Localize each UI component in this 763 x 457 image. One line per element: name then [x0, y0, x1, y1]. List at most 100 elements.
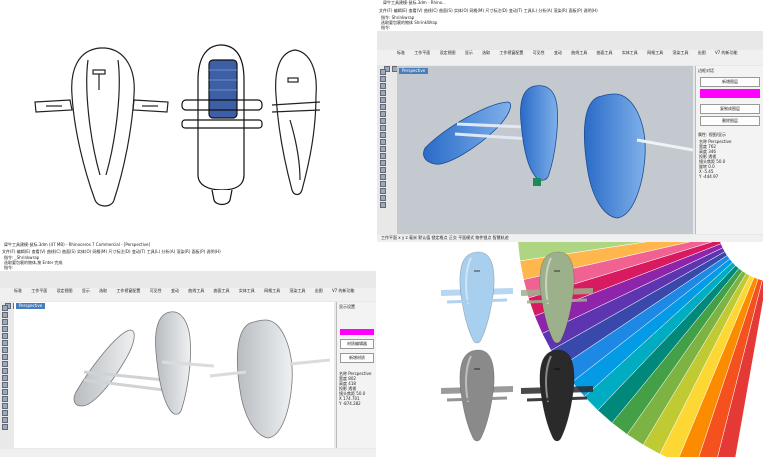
sphere-icon[interactable] [380, 160, 386, 166]
perspective-viewport[interactable]: Perspective [14, 302, 334, 448]
extrude-icon[interactable] [2, 368, 8, 374]
tab-transform[interactable]: 变动 [171, 288, 179, 293]
command-line-3[interactable]: 指令: [381, 25, 763, 30]
tab-select[interactable]: 选取 [99, 288, 107, 293]
menu-item-render[interactable]: 渲染(R) [176, 249, 190, 254]
rectangle-icon[interactable] [380, 111, 386, 117]
menu-item-solid[interactable]: 实体(O) [77, 249, 91, 254]
split-icon[interactable] [380, 195, 386, 201]
perspective-viewport[interactable]: Perspective [397, 66, 694, 234]
menu-item-file[interactable]: 文件(F) [2, 249, 15, 254]
tab-cplanes[interactable]: 工作平面 [414, 50, 430, 55]
material-editor-button[interactable]: 材质编辑器 [340, 339, 374, 349]
menu-item-panels[interactable]: 面板(P) [192, 249, 206, 254]
surface-icon[interactable] [2, 361, 8, 367]
menu-item-render[interactable]: 渲染(R) [553, 8, 567, 13]
menu-item-analyze[interactable]: 分析(A) [161, 249, 175, 254]
loft-icon[interactable] [2, 375, 8, 381]
tab-solid-tools[interactable]: 实体工具 [622, 50, 638, 55]
delete-layer-button[interactable]: 删除图层 [700, 116, 760, 126]
circle-icon[interactable] [2, 333, 8, 339]
menu-item-dimension[interactable]: 尺寸标注(D) [108, 249, 130, 254]
fillet-icon[interactable] [2, 417, 8, 423]
menu-item-mesh[interactable]: 网格(M) [93, 249, 108, 254]
tab-set-view[interactable]: 设定视图 [440, 50, 456, 55]
boolean-icon[interactable] [380, 174, 386, 180]
join-icon[interactable] [380, 202, 386, 208]
duplicate-layer-button[interactable]: 复制成图层 [700, 104, 760, 114]
box-icon[interactable] [2, 389, 8, 395]
trim-icon[interactable] [380, 188, 386, 194]
tab-viewport-layout[interactable]: 工作视窗配置 [499, 50, 523, 55]
loft-icon[interactable] [380, 139, 386, 145]
polygon-icon[interactable] [2, 354, 8, 360]
polygon-icon[interactable] [380, 118, 386, 124]
curve-icon[interactable] [380, 90, 386, 96]
tab-standard[interactable]: 标准 [397, 50, 405, 55]
menu-item-edit[interactable]: 编辑(E) [394, 8, 408, 13]
menu-item-surface[interactable]: 曲面(S) [62, 249, 76, 254]
menu-item-curve[interactable]: 曲线(C) [47, 249, 61, 254]
tab-select[interactable]: 选取 [482, 50, 490, 55]
menu-item-view[interactable]: 查看(V) [32, 249, 46, 254]
tab-mesh-tools[interactable]: 网格工具 [647, 50, 663, 55]
tab-visibility[interactable]: 可见性 [533, 50, 545, 55]
sweep-icon[interactable] [2, 382, 8, 388]
menu-item-tools[interactable]: 工具(L) [524, 8, 537, 13]
tab-drafting[interactable]: 出图 [315, 288, 323, 293]
box-icon[interactable] [380, 153, 386, 159]
cylinder-icon[interactable] [2, 403, 8, 409]
trim-icon[interactable] [2, 424, 8, 430]
tab-set-view[interactable]: 设定视图 [57, 288, 73, 293]
menu-item-transform[interactable]: 变动(T) [132, 249, 146, 254]
tab-render-tools[interactable]: 渲染工具 [672, 50, 688, 55]
menu-item-view[interactable]: 查看(V) [409, 8, 423, 13]
tab-new-in-v7[interactable]: V7 的新功能 [715, 50, 738, 55]
tab-transform[interactable]: 变动 [554, 50, 562, 55]
menu-item-transform[interactable]: 变动(T) [509, 8, 523, 13]
accent-swatch[interactable] [340, 329, 374, 335]
rectangle-icon[interactable] [2, 347, 8, 353]
menu-item-curve[interactable]: 曲线(C) [424, 8, 438, 13]
menu-item-dimension[interactable]: 尺寸标注(D) [485, 8, 507, 13]
tab-new-in-v7[interactable]: V7 的新功能 [332, 288, 355, 293]
tab-visibility[interactable]: 可见性 [150, 288, 162, 293]
line-icon[interactable] [2, 312, 8, 318]
sphere-icon[interactable] [2, 396, 8, 402]
line-icon[interactable] [380, 76, 386, 82]
tab-solid-tools[interactable]: 实体工具 [239, 288, 255, 293]
polyline-icon[interactable] [2, 319, 8, 325]
tab-display[interactable]: 显示 [82, 288, 90, 293]
new-material-button[interactable]: 新增材质 [340, 353, 374, 363]
tab-display[interactable]: 显示 [465, 50, 473, 55]
tab-curve-tools[interactable]: 曲线工具 [571, 50, 587, 55]
viewport-label[interactable]: Perspective [16, 303, 46, 309]
accent-swatch[interactable] [700, 89, 760, 98]
menu-item-analyze[interactable]: 分析(A) [538, 8, 552, 13]
tab-surface-tools[interactable]: 曲面工具 [597, 50, 613, 55]
menu-item-help[interactable]: 说明(H) [207, 249, 221, 254]
sweep-icon[interactable] [380, 146, 386, 152]
circle-icon[interactable] [380, 97, 386, 103]
menu-item-file[interactable]: 文件(F) [379, 8, 392, 13]
viewport-label[interactable]: Perspective [399, 68, 429, 74]
menu-item-panels[interactable]: 面板(P) [569, 8, 583, 13]
tab-surface-tools[interactable]: 曲面工具 [214, 288, 230, 293]
tab-viewport-layout[interactable]: 工作视窗配置 [116, 288, 140, 293]
arc-icon[interactable] [380, 104, 386, 110]
menu-item-mesh[interactable]: 网格(M) [470, 8, 485, 13]
menu-item-help[interactable]: 说明(H) [584, 8, 598, 13]
tab-render-tools[interactable]: 渲染工具 [289, 288, 305, 293]
tab-cplanes[interactable]: 工作平面 [31, 288, 47, 293]
fillet-icon[interactable] [380, 181, 386, 187]
tab-standard[interactable]: 标准 [14, 288, 22, 293]
menu-item-surface[interactable]: 曲面(S) [439, 8, 453, 13]
boolean-icon[interactable] [2, 410, 8, 416]
new-layer-button[interactable]: 新增图层 [700, 77, 760, 87]
tab-mesh-tools[interactable]: 网格工具 [264, 288, 280, 293]
polyline-icon[interactable] [380, 83, 386, 89]
extrude-icon[interactable] [380, 132, 386, 138]
arc-icon[interactable] [2, 340, 8, 346]
tab-drafting[interactable]: 出图 [698, 50, 706, 55]
command-line-3[interactable]: 指令: [4, 265, 376, 270]
